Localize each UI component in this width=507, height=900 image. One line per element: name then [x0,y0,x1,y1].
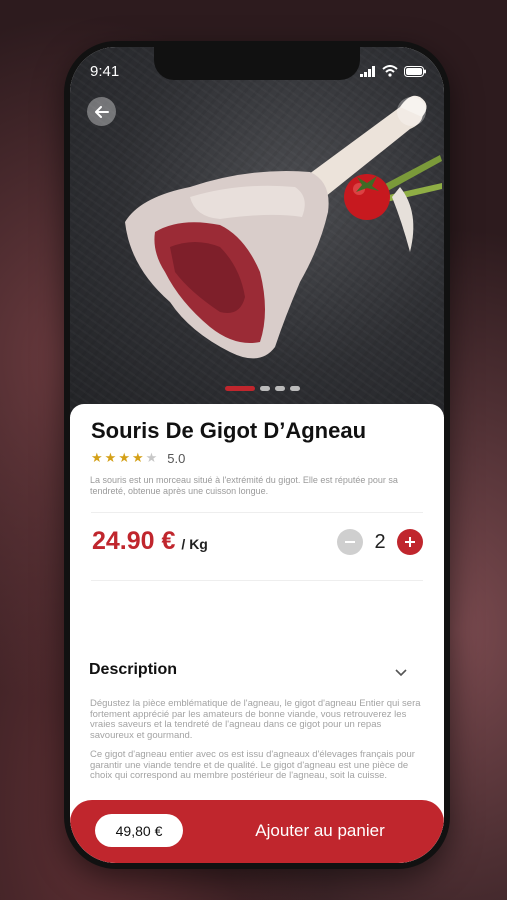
quantity-value: 2 [374,530,386,553]
wifi-icon [382,65,398,77]
total-price: 49,80 € [95,814,183,847]
product-intro: La souris est un morceau situé à l'extré… [90,475,398,496]
notch [154,47,360,80]
arrow-left-icon [94,105,109,118]
carousel-dot[interactable] [225,386,255,391]
description-paragraph: Dégustez la pièce emblématique de l'agne… [90,698,421,741]
description-toggle[interactable] [395,664,407,682]
status-time: 9:41 [90,63,120,80]
minus-icon [345,541,355,543]
screen: 9:41 Souris De Gigot D’Agneau ★ ★ ★ ★ ★ … [70,47,444,863]
quantity-stepper: 2 [337,529,423,555]
plus-icon [405,537,415,547]
product-image: 9:41 [70,47,444,417]
signal-icon [360,65,375,77]
star-icon: ★ [131,450,144,465]
phone-frame: 9:41 Souris De Gigot D’Agneau ★ ★ ★ ★ ★ … [64,41,450,869]
cart-footer: 49,80 € Ajouter au panier [70,800,444,863]
add-to-cart-button[interactable]: Ajouter au panier [220,814,420,847]
carousel-dot[interactable] [290,386,300,391]
star-icon: ★ [118,450,130,465]
product-title: Souris De Gigot D’Agneau [91,418,367,443]
star-empty-icon: ★ [145,450,158,465]
star-icon: ★ [104,450,117,465]
carousel-dot[interactable] [275,386,285,391]
price: 24.90 € / Kg [92,527,208,556]
battery-icon [404,65,426,77]
description-heading: Description [89,661,178,678]
carousel-dot[interactable] [260,386,270,391]
rating: ★ ★ ★ ★ ★ 5.0 [91,450,185,466]
product-details-sheet: Souris De Gigot D’Agneau ★ ★ ★ ★ ★ 5.0 L… [70,404,444,863]
decrease-quantity-button[interactable] [337,529,363,555]
description-paragraph: Ce gigot d'agneau entier avec os est iss… [90,749,415,781]
lamb-leg-illustration [125,95,442,359]
price-unit: / Kg [181,536,208,552]
divider [91,512,423,513]
rating-value: 5.0 [167,450,186,466]
carousel-indicator [225,386,300,391]
chevron-down-icon [395,669,407,677]
back-button[interactable] [87,97,116,126]
price-value: 24.90 € [92,527,176,555]
star-icon: ★ [91,450,103,465]
increase-quantity-button[interactable] [397,529,423,555]
status-bar: 9:41 [70,47,444,87]
divider [91,580,423,581]
system-icons [360,65,426,77]
options-button[interactable] [397,97,426,126]
